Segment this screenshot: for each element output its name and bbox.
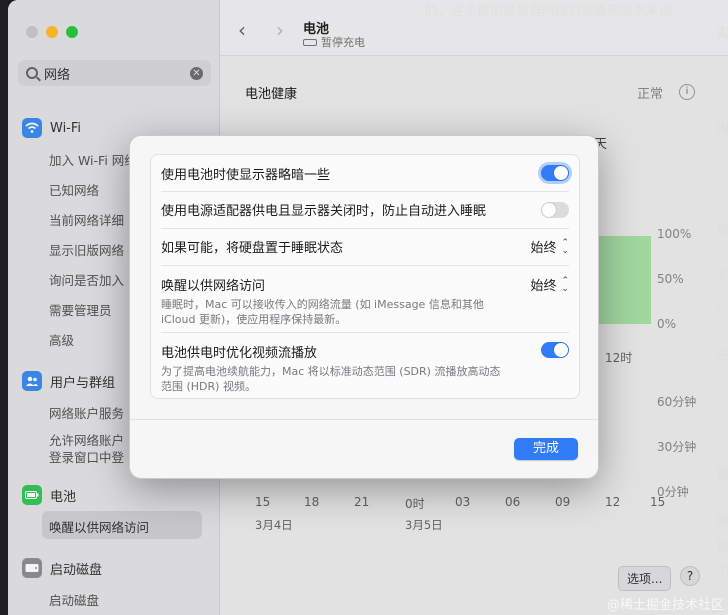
background-text: 个 [716,564,728,579]
option-description: 为了提高电池续航能力，Mac 将以标准动态范围 (SDR) 流播放高动态范围 (… [161,365,501,393]
background-text: 用 [716,224,728,239]
option-row-video-streaming: 电池供电时优化视频流播放 为了提高电池续航能力，Mac 将以标准动态范围 (SD… [151,332,579,398]
background-text: 。 [716,300,728,315]
background-text: 设 [716,539,728,554]
watermark: @稀土掘金技术社区 [606,598,724,613]
dim-display-toggle[interactable] [541,165,569,181]
updown-chevron-icon: ⌃ ⌄ [561,275,569,294]
option-label: 电池供电时优化视频流播放 [161,346,318,361]
option-description: 睡眠时，Mac 可以接收传入的网络流量 (如 iMessage 信息和其他 iC… [161,298,484,326]
toggle-knob [554,166,568,180]
battery-options-sheet: 使用电池时使显示器略暗一些 使用电源适配器供电且显示器关闭时，防止自动进入睡眠 … [129,135,599,479]
background-text: 2 [718,268,727,283]
background-text: 前 [716,514,728,529]
video-streaming-toggle[interactable] [541,342,569,358]
background-text: 内 [716,122,728,137]
disk-sleep-popup[interactable]: 始终 ⌃ ⌄ [530,237,569,256]
option-row-dim-display: 使用电池时使显示器略暗一些 [151,155,579,191]
option-label: 如果可能，将硬盘置于睡眠状态 [161,241,344,256]
background-text: 空 [716,348,728,363]
options-card: 使用电池时使显示器略暗一些 使用电源适配器供电且显示器关闭时，防止自动进入睡眠 … [150,154,580,399]
option-label: 使用电池时使显示器略暗一些 [161,167,331,183]
updown-chevron-icon: ⌃ ⌄ [561,237,569,256]
prevent-sleep-toggle[interactable] [541,201,569,218]
option-label: 使用电源适配器供电且显示器关闭时，防止自动进入睡眠 [161,204,487,219]
sheet-divider [130,419,598,420]
background-text: 实 [716,26,728,41]
done-button[interactable]: 完成 [514,438,578,460]
option-row-prevent-sleep: 使用电源适配器供电且显示器关闭时，防止自动进入睡眠 [151,191,579,228]
toggle-knob [554,343,568,357]
wake-network-popup[interactable]: 始终 ⌃ ⌄ [530,275,569,294]
background-text: 的，这个截图是根据网络的规模和需求来设 [425,4,673,19]
option-row-disk-sleep: 如果可能，将硬盘置于睡眠状态 始终 ⌃ ⌄ [151,228,579,265]
option-label: 唤醒以供网络访问 [161,279,266,294]
background-text: 重 [716,468,728,483]
toggle-knob [542,202,556,217]
option-row-wake-network: 唤醒以供网络访问 睡眠时，Mac 可以接收传入的网络流量 (如 iMessage… [151,265,579,332]
